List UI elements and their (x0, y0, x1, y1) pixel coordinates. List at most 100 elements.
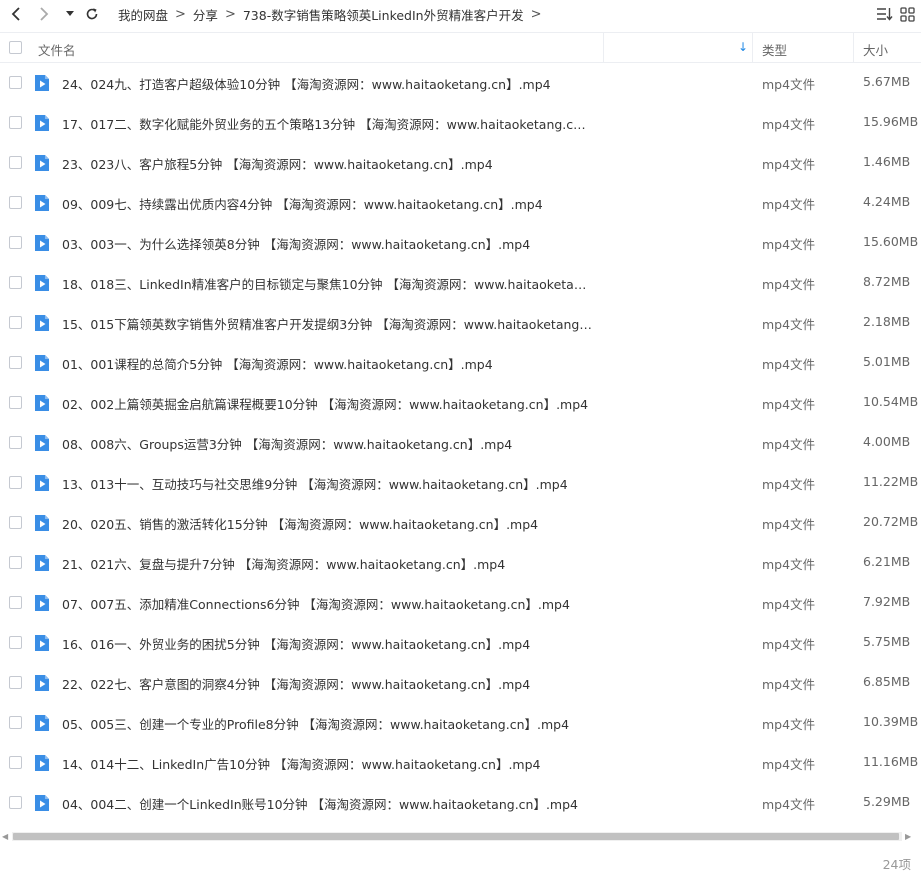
file-row[interactable]: 08、008六、Groups运营3分钟 【海淘资源网：www.haitaoket… (0, 423, 921, 463)
file-row[interactable]: 02、002上篇领英掘金启航篇课程概要10分钟 【海淘资源网：www.haita… (0, 383, 921, 423)
file-type: mp4文件 (762, 357, 816, 372)
file-name[interactable]: 14、014十二、LinkedIn广告10分钟 【海淘资源网：www.haita… (62, 754, 592, 773)
column-divider[interactable] (853, 33, 854, 63)
file-row[interactable]: 20、020五、销售的激活转化15分钟 【海淘资源网：www.haitaoket… (0, 503, 921, 543)
file-row[interactable]: 22、022七、客户意图的洞察4分钟 【海淘资源网：www.haitaoketa… (0, 663, 921, 703)
file-row[interactable]: 24、024九、打造客户超级体验10分钟 【海淘资源网：www.haitaoke… (0, 63, 921, 103)
file-name[interactable]: 16、016一、外贸业务的困扰5分钟 【海淘资源网：www.haitaoketa… (62, 634, 592, 653)
file-type: mp4文件 (762, 157, 816, 172)
file-row[interactable]: 13、013十一、互动技巧与社交思维9分钟 【海淘资源网：www.haitaok… (0, 463, 921, 503)
file-row[interactable]: 18、018三、LinkedIn精准客户的目标锁定与聚焦10分钟 【海淘资源网：… (0, 263, 921, 303)
file-row[interactable]: 15、015下篇领英数字销售外贸精准客户开发提纲3分钟 【海淘资源网：www.h… (0, 303, 921, 343)
file-checkbox[interactable] (9, 516, 22, 529)
file-row[interactable]: 14、014十二、LinkedIn广告10分钟 【海淘资源网：www.haita… (0, 743, 921, 783)
video-file-icon (35, 275, 49, 291)
file-name[interactable]: 07、007五、添加精准Connections6分钟 【海淘资源网：www.ha… (62, 594, 592, 613)
file-row[interactable]: 05、005三、创建一个专业的Profile8分钟 【海淘资源网：www.hai… (0, 703, 921, 743)
file-name[interactable]: 20、020五、销售的激活转化15分钟 【海淘资源网：www.haitaoket… (62, 514, 592, 533)
breadcrumb-separator: > (175, 6, 186, 22)
video-file-icon (35, 475, 49, 491)
file-type: mp4文件 (762, 397, 816, 412)
refresh-icon (86, 8, 98, 20)
file-checkbox[interactable] (9, 356, 22, 369)
file-checkbox[interactable] (9, 236, 22, 249)
file-name[interactable]: 21、021六、复盘与提升7分钟 【海淘资源网：www.haitaoketang… (62, 554, 592, 573)
scroll-right-arrow-icon[interactable]: ▶ (905, 832, 913, 841)
file-name[interactable]: 18、018三、LinkedIn精准客户的目标锁定与聚焦10分钟 【海淘资源网：… (62, 274, 592, 293)
video-file-icon (35, 795, 49, 811)
caret-down-icon (66, 11, 74, 16)
file-checkbox[interactable] (9, 76, 22, 89)
file-type: mp4文件 (762, 517, 816, 532)
file-checkbox[interactable] (9, 196, 22, 209)
file-checkbox[interactable] (9, 276, 22, 289)
file-name[interactable]: 03、003一、为什么选择领英8分钟 【海淘资源网：www.haitaoketa… (62, 234, 592, 253)
file-checkbox[interactable] (9, 476, 22, 489)
horizontal-scrollbar[interactable]: ◀ ▶ (0, 830, 921, 843)
file-name[interactable]: 09、009七、持续露出优质内容4分钟 【海淘资源网：www.haitaoket… (62, 194, 592, 213)
file-row[interactable]: 21、021六、复盘与提升7分钟 【海淘资源网：www.haitaoketang… (0, 543, 921, 583)
file-type: mp4文件 (762, 597, 816, 612)
file-name[interactable]: 01、001课程的总简介5分钟 【海淘资源网：www.haitaoketang.… (62, 354, 592, 373)
file-row[interactable]: 23、023八、客户旅程5分钟 【海淘资源网：www.haitaoketang.… (0, 143, 921, 183)
file-name[interactable]: 22、022七、客户意图的洞察4分钟 【海淘资源网：www.haitaoketa… (62, 674, 592, 693)
file-name[interactable]: 04、004二、创建一个LinkedIn账号10分钟 【海淘资源网：www.ha… (62, 794, 592, 813)
file-row[interactable]: 17、017二、数字化赋能外贸业务的五个策略13分钟 【海淘资源网：www.ha… (0, 103, 921, 143)
video-file-icon (35, 315, 49, 331)
file-checkbox[interactable] (9, 676, 22, 689)
refresh-button[interactable] (82, 4, 102, 24)
file-checkbox[interactable] (9, 636, 22, 649)
video-file-icon (35, 435, 49, 451)
file-checkbox[interactable] (9, 556, 22, 569)
column-header-name[interactable]: 文件名 (38, 40, 76, 59)
file-checkbox[interactable] (9, 796, 22, 809)
file-row[interactable]: 07、007五、添加精准Connections6分钟 【海淘资源网：www.ha… (0, 583, 921, 623)
file-name[interactable]: 24、024九、打造客户超级体验10分钟 【海淘资源网：www.haitaoke… (62, 74, 592, 93)
file-checkbox[interactable] (9, 156, 22, 169)
grid-view-icon (900, 6, 915, 22)
forward-button[interactable] (34, 4, 54, 24)
grid-view-button[interactable] (900, 5, 915, 23)
file-checkbox[interactable] (9, 436, 22, 449)
history-dropdown-button[interactable] (62, 4, 78, 24)
file-type: mp4文件 (762, 797, 816, 812)
column-divider[interactable] (752, 33, 753, 63)
file-row[interactable]: 03、003一、为什么选择领英8分钟 【海淘资源网：www.haitaoketa… (0, 223, 921, 263)
breadcrumb-item-share[interactable]: 分享 (193, 5, 218, 24)
file-name[interactable]: 05、005三、创建一个专业的Profile8分钟 【海淘资源网：www.hai… (62, 714, 592, 733)
file-type: mp4文件 (762, 437, 816, 452)
file-name[interactable]: 02、002上篇领英掘金启航篇课程概要10分钟 【海淘资源网：www.haita… (62, 394, 592, 413)
file-row[interactable]: 16、016一、外贸业务的困扰5分钟 【海淘资源网：www.haitaoketa… (0, 623, 921, 663)
file-name[interactable]: 23、023八、客户旅程5分钟 【海淘资源网：www.haitaoketang.… (62, 154, 592, 173)
file-name[interactable]: 17、017二、数字化赋能外贸业务的五个策略13分钟 【海淘资源网：www.ha… (62, 114, 592, 133)
file-size: 2.18MB (863, 314, 911, 329)
file-name[interactable]: 15、015下篇领英数字销售外贸精准客户开发提纲3分钟 【海淘资源网：www.h… (62, 314, 592, 333)
scroll-thumb[interactable] (13, 833, 899, 840)
select-all-checkbox[interactable] (9, 41, 22, 54)
sort-arrow-icon: ↓ (738, 40, 749, 54)
file-row[interactable]: 01、001课程的总简介5分钟 【海淘资源网：www.haitaoketang.… (0, 343, 921, 383)
file-checkbox[interactable] (9, 716, 22, 729)
file-row[interactable]: 04、004二、创建一个LinkedIn账号10分钟 【海淘资源网：www.ha… (0, 783, 921, 823)
file-size: 20.72MB (863, 514, 919, 529)
video-file-icon (35, 155, 49, 171)
file-size: 15.60MB (863, 234, 919, 249)
column-divider[interactable] (603, 33, 604, 63)
file-checkbox[interactable] (9, 116, 22, 129)
file-checkbox[interactable] (9, 316, 22, 329)
file-checkbox[interactable] (9, 756, 22, 769)
column-header-type[interactable]: 类型 (762, 40, 787, 59)
video-file-icon (35, 395, 49, 411)
breadcrumb-item-my-drive[interactable]: 我的网盘 (118, 5, 168, 24)
chevron-right-icon (40, 7, 49, 21)
file-name[interactable]: 13、013十一、互动技巧与社交思维9分钟 【海淘资源网：www.haitaok… (62, 474, 592, 493)
breadcrumb-item-current-folder[interactable]: 738-数字销售策略领英LinkedIn外贸精准客户开发 (243, 5, 524, 24)
file-checkbox[interactable] (9, 396, 22, 409)
back-button[interactable] (6, 4, 26, 24)
column-header-size[interactable]: 大小 (863, 40, 888, 59)
file-name[interactable]: 08、008六、Groups运营3分钟 【海淘资源网：www.haitaoket… (62, 434, 592, 453)
file-row[interactable]: 09、009七、持续露出优质内容4分钟 【海淘资源网：www.haitaoket… (0, 183, 921, 223)
sort-button[interactable] (876, 5, 893, 23)
file-checkbox[interactable] (9, 596, 22, 609)
scroll-left-arrow-icon[interactable]: ◀ (2, 832, 10, 841)
